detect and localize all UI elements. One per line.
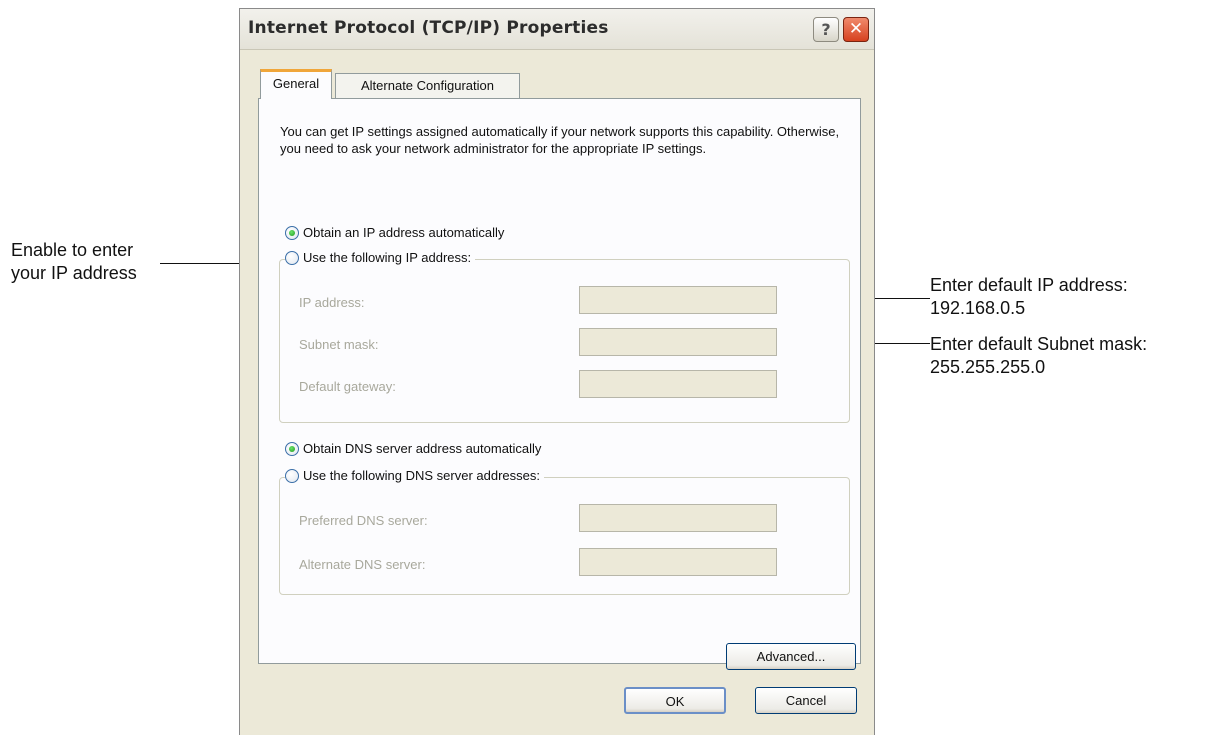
obtain-ip-auto-option[interactable]: Obtain an IP address automatically — [285, 225, 509, 240]
callout-subnet-default-line1: Enter default Subnet mask: — [930, 334, 1148, 354]
tab-alternate-configuration[interactable]: Alternate Configuration — [335, 73, 520, 99]
alternate-dns-field[interactable] — [579, 548, 777, 576]
description-text: You can get IP settings assigned automat… — [280, 124, 840, 156]
close-icon: ✕ — [848, 19, 864, 39]
obtain-dns-auto-option[interactable]: Obtain DNS server address automatically — [285, 441, 546, 456]
close-button[interactable]: ✕ — [843, 17, 869, 42]
callout-enable-ip-line1: Enable to enter — [11, 240, 134, 260]
general-tab-panel: You can get IP settings assigned automat… — [258, 98, 861, 670]
obtain-ip-auto-radio[interactable] — [285, 225, 299, 240]
obtain-dns-auto-radio[interactable] — [285, 441, 299, 456]
use-following-dns-label: Use the following DNS server addresses: — [303, 468, 540, 483]
subnet-mask-field[interactable] — [579, 328, 777, 356]
manual-dns-groupbox — [279, 477, 850, 595]
use-following-ip-radio[interactable] — [285, 250, 299, 265]
dialog-title: Internet Protocol (TCP/IP) Properties — [248, 18, 609, 38]
subnet-mask-label: Subnet mask: — [299, 337, 379, 352]
alternate-dns-label: Alternate DNS server: — [299, 557, 426, 572]
help-icon: ? — [821, 20, 831, 39]
callout-enable-ip-line2: your IP address — [11, 263, 137, 283]
use-following-ip-label: Use the following IP address: — [303, 250, 472, 265]
ok-button[interactable]: OK — [624, 687, 726, 714]
callout-ip-default-line2: 192.168.0.5 — [930, 298, 1026, 318]
obtain-dns-auto-label: Obtain DNS server address automatically — [303, 441, 542, 456]
tab-general[interactable]: General — [260, 69, 332, 99]
callout-subnet-default-line2: 255.255.255.0 — [930, 357, 1046, 377]
tcpip-properties-dialog: Internet Protocol (TCP/IP) Properties ? … — [239, 8, 875, 735]
use-following-dns-option[interactable]: Use the following DNS server addresses: — [285, 468, 544, 483]
ip-address-label: IP address: — [299, 295, 365, 310]
preferred-dns-field[interactable] — [579, 504, 777, 532]
title-bar[interactable]: Internet Protocol (TCP/IP) Properties ? … — [240, 9, 874, 50]
help-button[interactable]: ? — [813, 17, 839, 42]
default-gateway-label: Default gateway: — [299, 379, 396, 394]
callout-ip-default-line1: Enter default IP address: — [930, 275, 1128, 295]
ip-address-field[interactable] — [579, 286, 777, 314]
obtain-ip-auto-label: Obtain an IP address automatically — [303, 225, 505, 240]
cancel-button[interactable]: Cancel — [755, 687, 857, 714]
use-following-ip-option[interactable]: Use the following IP address: — [285, 250, 476, 265]
advanced-button[interactable]: Advanced... — [726, 643, 856, 670]
preferred-dns-label: Preferred DNS server: — [299, 513, 428, 528]
callout-ip-default: Enter default IP address: 192.168.0.5 — [930, 274, 1128, 320]
callout-subnet-default: Enter default Subnet mask: 255.255.255.0 — [930, 333, 1147, 379]
use-following-dns-radio[interactable] — [285, 468, 299, 483]
default-gateway-field[interactable] — [579, 370, 777, 398]
callout-enable-ip: Enable to enter your IP address — [11, 239, 137, 285]
